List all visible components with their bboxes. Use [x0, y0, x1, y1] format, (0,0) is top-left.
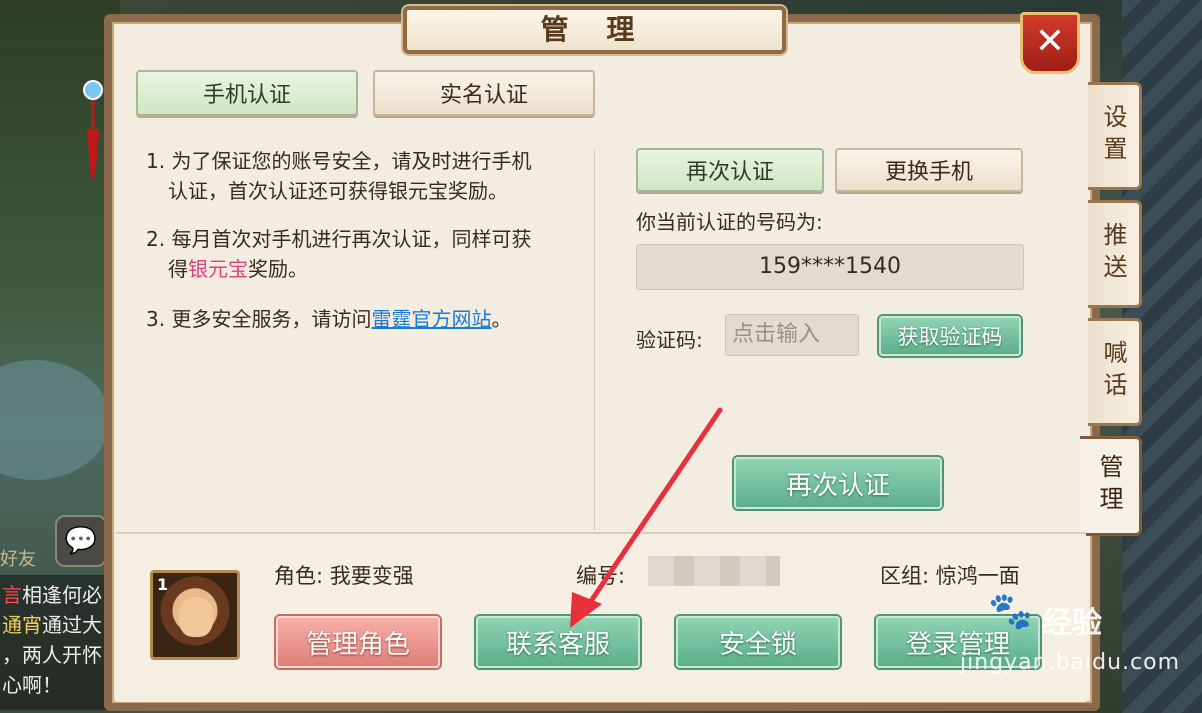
chat-text: 相逢何必 — [22, 583, 102, 607]
tab-shout[interactable]: 喊话 — [1088, 318, 1142, 426]
chat-name: 通宵 — [2, 613, 42, 637]
tab-settings[interactable]: 设置 — [1088, 82, 1142, 190]
reverify-submit-button[interactable]: 再次认证 — [734, 457, 942, 509]
silver-ingot-text: 银元宝 — [188, 257, 248, 281]
info-line-3: 3. 更多安全服务，请访问雷霆官方网站。 — [146, 304, 511, 334]
code-input[interactable]: 点击输入 — [725, 314, 859, 356]
contact-service-button[interactable]: 联系客服 — [476, 616, 640, 668]
change-phone-button[interactable]: 更换手机 — [835, 148, 1023, 192]
manage-role-button[interactable]: 管理角色 — [276, 616, 440, 668]
avatar-level: 1 — [157, 575, 169, 594]
phone-number-display: 159****1540 — [636, 244, 1024, 290]
close-button[interactable]: ✕ — [1020, 12, 1080, 74]
tab-phone-verify[interactable]: 手机认证 — [136, 70, 358, 116]
info-line-2-cont: 得银元宝奖励。 — [168, 254, 308, 284]
id-label: 编号: — [576, 564, 626, 588]
info-text: 得 — [168, 257, 188, 281]
code-label: 验证码: — [636, 328, 703, 352]
info-line-2: 2. 每月首次对手机进行再次认证，同样可获 — [146, 227, 532, 251]
server-info: 区组: 惊鸿一面 — [880, 564, 1020, 588]
friend-label[interactable]: 好友 — [0, 545, 36, 571]
chat-bubble-icon[interactable]: 💬 — [55, 515, 107, 567]
dialog-title: 管 理 — [403, 6, 786, 54]
chat-tag: 言 — [2, 583, 22, 607]
tab-realname-verify[interactable]: 实名认证 — [373, 70, 595, 116]
security-lock-button[interactable]: 安全锁 — [676, 616, 840, 668]
official-site-link[interactable]: 雷霆官方网站 — [371, 307, 491, 331]
current-number-label: 你当前认证的号码为: — [636, 210, 823, 234]
info-line-1: 1. 为了保证您的账号安全，请及时进行手机 — [146, 149, 532, 173]
content-divider — [594, 150, 595, 530]
info-line-1-cont: 认证，首次认证还可获得银元宝奖励。 — [168, 179, 508, 203]
id-value-redacted — [648, 556, 780, 586]
chat-text: ，两人开怀 — [2, 643, 102, 667]
info-text: 3. 更多安全服务，请访问 — [146, 307, 372, 331]
reverify-tab-button[interactable]: 再次认证 — [636, 148, 824, 192]
get-code-button[interactable]: 获取验证码 — [879, 316, 1021, 356]
avatar-face — [179, 597, 213, 637]
tab-push[interactable]: 推送 — [1088, 200, 1142, 308]
info-text: 。 — [491, 307, 512, 331]
chat-text: 心啊！ — [2, 673, 62, 697]
chat-text: 通过大 — [42, 613, 102, 637]
background-chat-panel: 言相逢何必 通宵通过大 ，两人开怀 心啊！ — [0, 575, 108, 710]
hanging-ornament-icon — [83, 80, 103, 178]
login-manage-button[interactable]: 登录管理 — [876, 616, 1040, 668]
role-info: 角色: 我要变强 — [274, 564, 414, 588]
info-text: 奖励。 — [248, 257, 308, 281]
character-avatar: 1 — [150, 570, 240, 660]
tab-manage[interactable]: 管理 — [1080, 436, 1142, 536]
